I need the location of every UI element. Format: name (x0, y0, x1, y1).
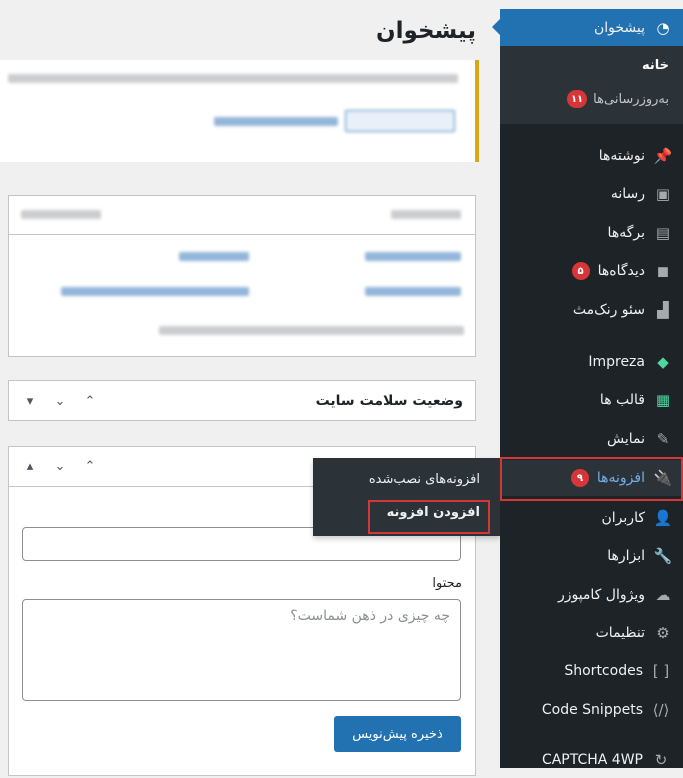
grid-icon: ▦ (655, 391, 671, 409)
panel-controls: ▾ ⌄ ⌃ (21, 394, 99, 409)
cloud-icon: ☁ (655, 586, 671, 604)
blurred-notice-link[interactable] (214, 117, 338, 126)
updates-count-badge: ۱۱ (566, 90, 588, 108)
gauge-icon: ◔ (656, 18, 670, 37)
sidebar-item-shortcodes[interactable]: Shortcodes[ ] (500, 653, 683, 689)
plugins-count-badge: ۹ (570, 469, 589, 487)
content-label: محتوا (432, 576, 462, 591)
sidebar-item-rankmath[interactable]: ▟ سئو رنک‌مث (500, 292, 683, 328)
blurred-posts-count[interactable] (365, 252, 461, 261)
toggle-triangle-icon[interactable]: ▴ (21, 459, 39, 474)
sidebar-item-dashboard[interactable]: ◔ پیشخوان (492, 9, 683, 46)
flyout-installed-plugins[interactable]: افزونه‌های نصب‌شده (369, 472, 480, 487)
sidebar-item-comments[interactable]: ◼ دیدگاه‌ها ۵ (500, 253, 683, 289)
sidebar-item-settings[interactable]: ⚙ تنظیمات (500, 615, 683, 651)
media-icon: ▣ (655, 185, 671, 203)
comments-count-badge: ۵ (571, 262, 590, 280)
sidebar-item-impreza[interactable]: ◆ Impreza (500, 344, 683, 380)
plugin-icon: 🔌 (653, 469, 673, 487)
brackets-icon: [ ] (652, 662, 670, 680)
blurred-comments-count[interactable] (365, 287, 461, 296)
blurred-panel-title (391, 210, 461, 219)
pages-icon: ▤ (655, 224, 671, 242)
comment-icon: ◼ (656, 262, 670, 280)
save-draft-button[interactable]: ذخیره پیش‌نویس (334, 716, 461, 752)
chevron-up-icon[interactable]: ⌃ (81, 394, 99, 409)
sidebar-item-media[interactable]: ▣ رسانه (500, 176, 683, 212)
code-icon: ⟨/⟩ (652, 701, 670, 719)
wrench-icon: 🔧 (653, 547, 673, 565)
site-health-title: وضعیت سلامت سایت (315, 393, 463, 409)
chevron-down-icon[interactable]: ⌄ (51, 459, 69, 474)
blurred-pages-count[interactable] (179, 252, 249, 261)
sidebar-item-tools[interactable]: 🔧 ابزارها (500, 538, 683, 574)
admin-sidebar: ◔ پیشخوان خانه به‌روزرسانی‌ها ۱۱ 📌 نوشته‌… (492, 0, 683, 769)
sidebar-item-code-snippets[interactable]: Code Snippets ⟨/⟩ (500, 692, 683, 728)
sidebar-item-posts[interactable]: 📌 نوشته‌ها (500, 138, 683, 174)
submenu-updates[interactable]: به‌روزرسانی‌ها ۱۱ (566, 90, 669, 108)
sidebar-item-templates[interactable]: ▦ قالب ها (500, 382, 683, 418)
blurred-spam-link[interactable] (61, 287, 249, 296)
blurred-version-text (159, 326, 464, 335)
sidebar-item-plugins[interactable]: 🔌 افزونه‌ها ۹ (500, 460, 683, 496)
submenu-home[interactable]: خانه (642, 58, 669, 73)
blurred-panel-controls (21, 210, 101, 219)
page-title: پیشخوان (376, 18, 476, 44)
sidebar-item-pages[interactable]: ▤ برگه‌ها (500, 215, 683, 251)
draft-content-textarea[interactable] (22, 599, 461, 701)
chevron-down-icon[interactable]: ⌄ (51, 394, 69, 409)
sidebar-item-appearance[interactable]: ✎ نمایش (500, 421, 683, 457)
update-notice (0, 60, 479, 162)
panel-controls: ▴ ⌄ ⌃ (21, 459, 99, 474)
chart-icon: ▟ (657, 301, 669, 319)
brush-icon: ✎ (656, 430, 670, 448)
sidebar-item-users[interactable]: 👤 کاربران (500, 500, 683, 536)
toggle-triangle-icon[interactable]: ▾ (21, 394, 39, 409)
add-plugin-highlight (368, 500, 490, 534)
captcha-icon: ↻ (654, 751, 668, 769)
sidebar-item-visual-composer[interactable]: ☁ ویژوال کامپوزر (500, 577, 683, 613)
dashboard-submenu: خانه به‌روزرسانی‌ها ۱۱ (500, 46, 683, 124)
blurred-notice-button[interactable] (345, 110, 455, 132)
user-icon: 👤 (653, 509, 673, 527)
sidebar-item-captcha[interactable]: CAPTCHA 4WP ↻ (500, 742, 683, 778)
pin-icon: 📌 (653, 147, 673, 165)
site-health-panel: وضعیت سلامت سایت ▾ ⌄ ⌃ (8, 380, 476, 421)
blurred-notice-text (8, 74, 458, 83)
diamond-icon: ◆ (657, 353, 669, 371)
at-a-glance-panel (8, 195, 476, 357)
chevron-up-icon[interactable]: ⌃ (81, 459, 99, 474)
settings-icon: ⚙ (656, 624, 670, 642)
